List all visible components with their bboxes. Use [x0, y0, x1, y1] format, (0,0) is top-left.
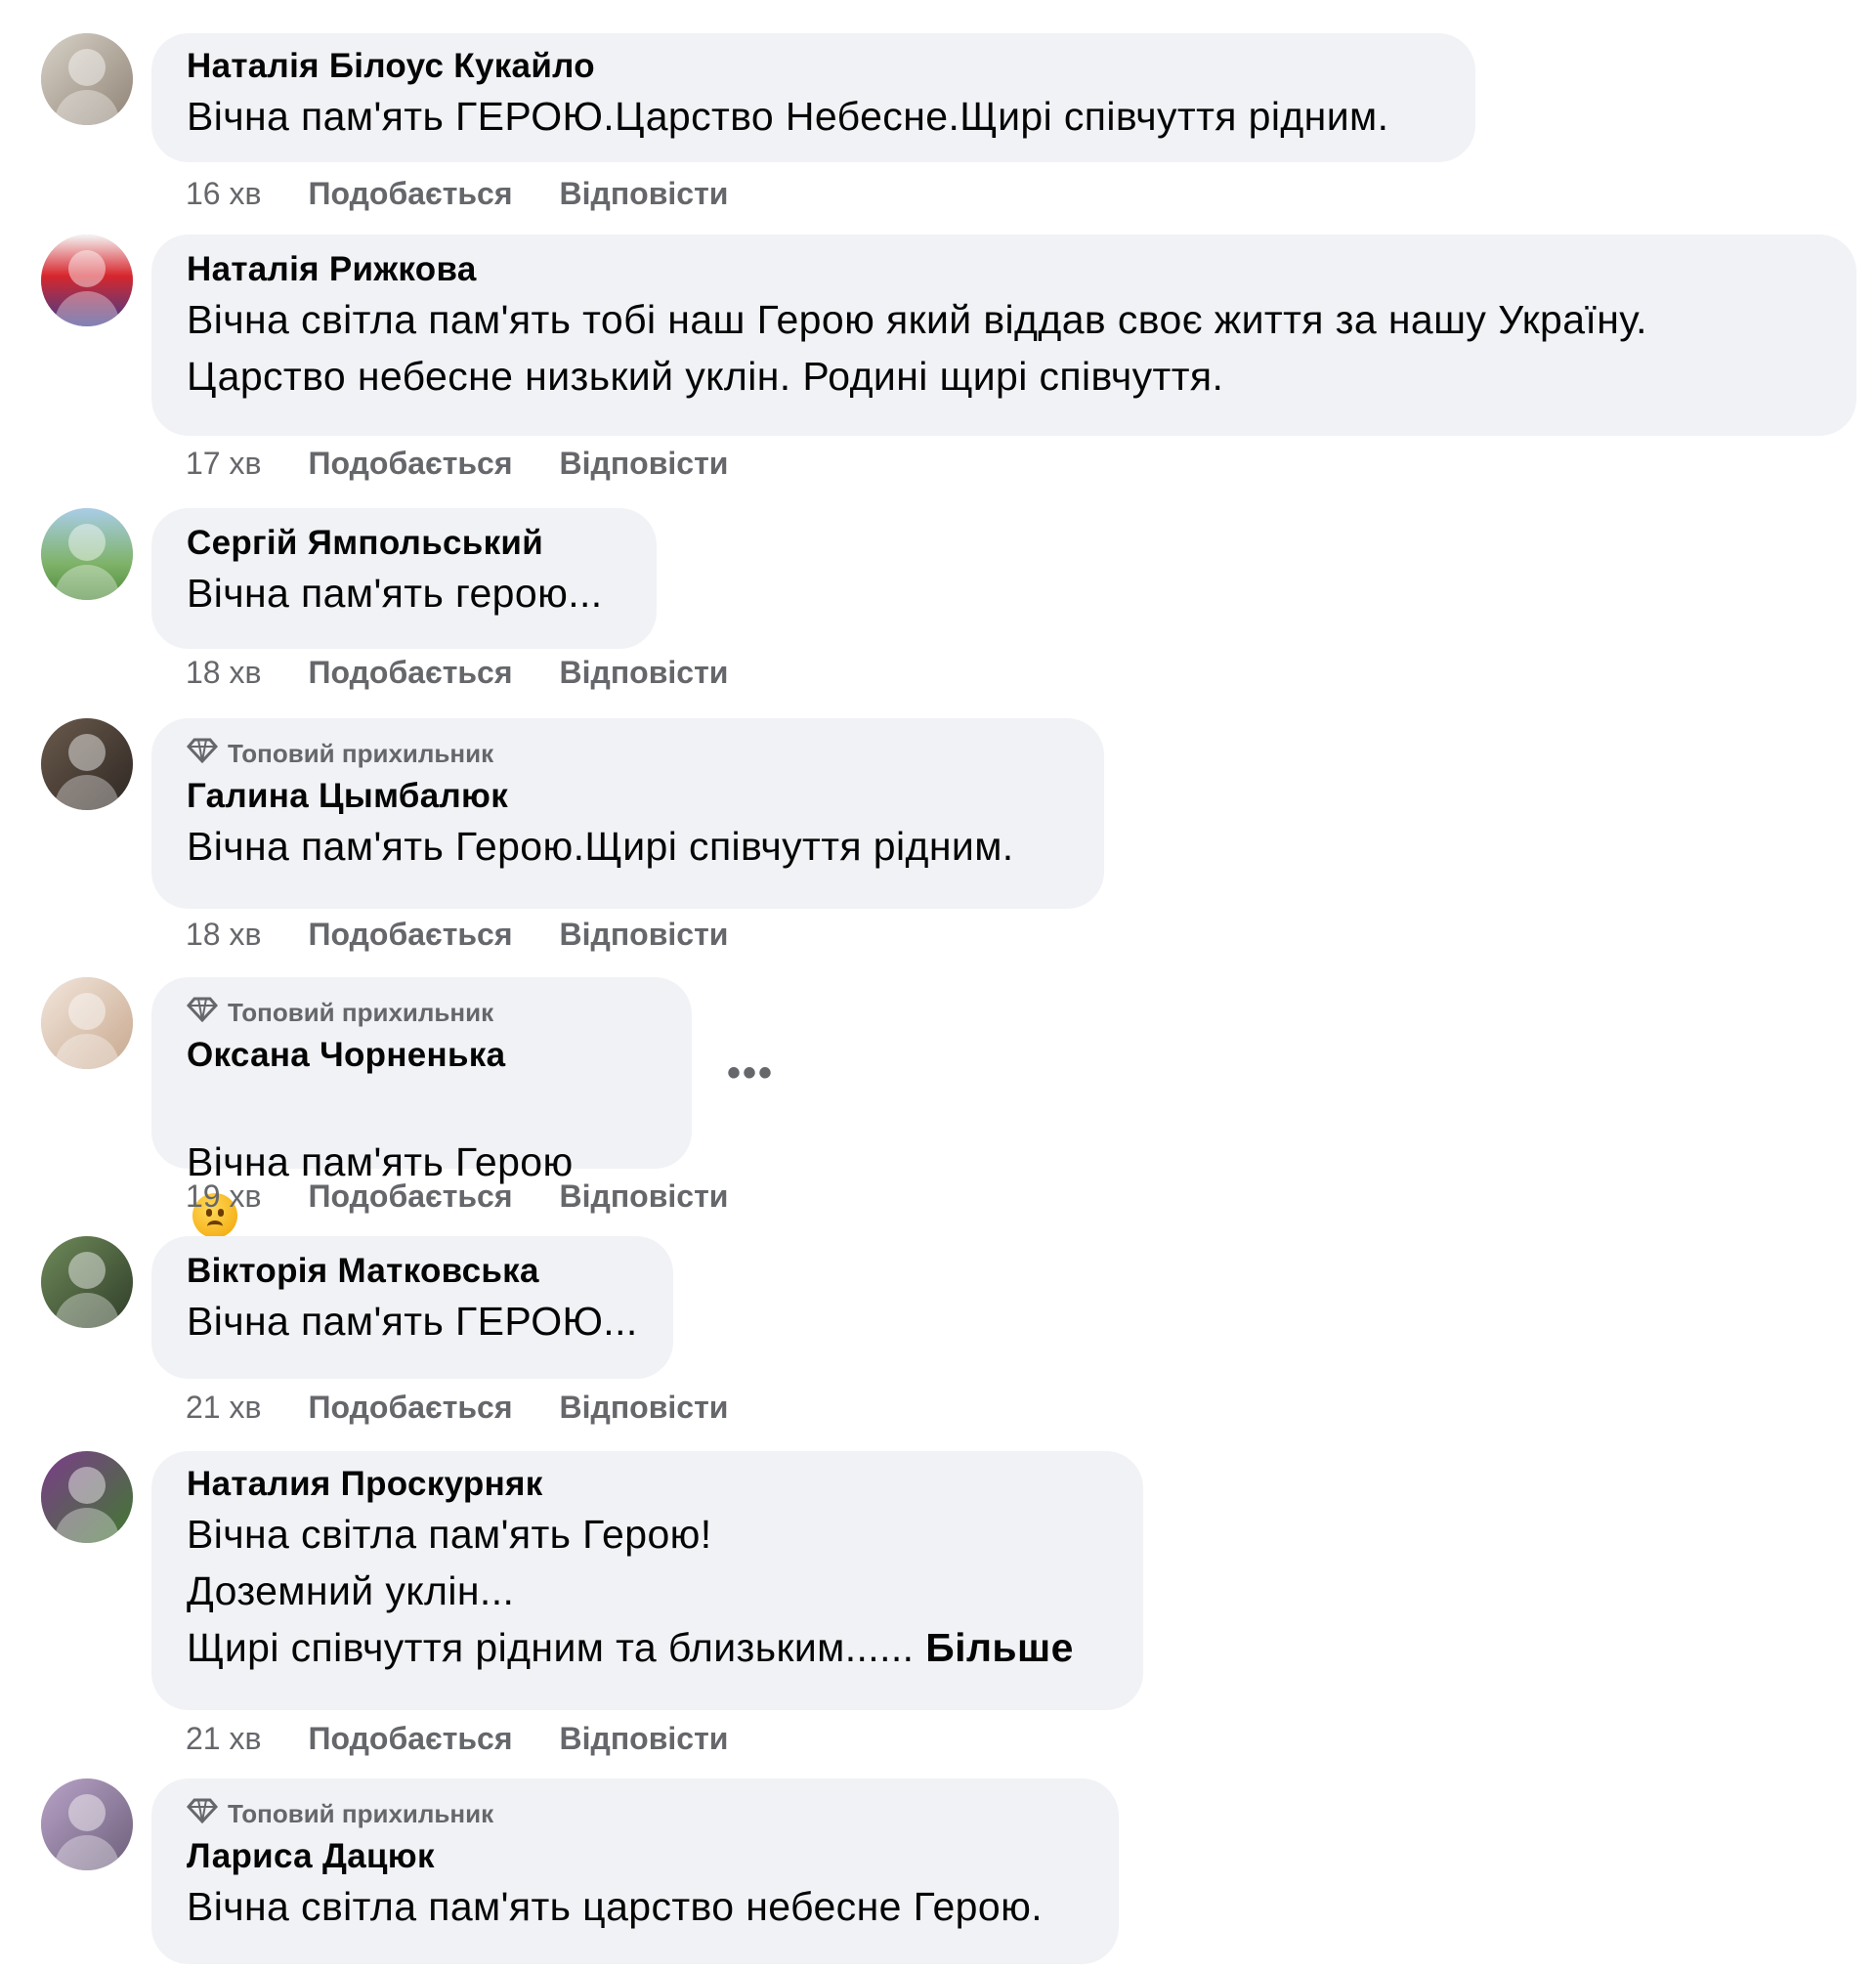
comment-bubble: Топовий прихильник Лариса Дацюк Вічна св…: [151, 1778, 1119, 1964]
top-fan-label: Топовий прихильник: [228, 738, 494, 768]
avatar[interactable]: [41, 718, 133, 810]
comment-actions: 21 хв Подобається Відповісти: [186, 1721, 728, 1757]
avatar[interactable]: [41, 33, 133, 125]
comment-bubble: Сергій Ямпольський Вічна пам'ять герою..…: [151, 508, 657, 649]
comment-time[interactable]: 18 хв: [186, 655, 261, 691]
comment-actions: 18 хв Подобається Відповісти: [186, 655, 728, 691]
more-options-button[interactable]: •••: [727, 1053, 774, 1093]
comment-author[interactable]: Наталія Рижкова: [187, 248, 1823, 291]
avatar[interactable]: [41, 508, 133, 600]
comment-bubble: Вікторія Матковська Вічна пам'ять ГЕРОЮ.…: [151, 1236, 673, 1379]
comment-author[interactable]: Лариса Дацюк: [187, 1835, 1086, 1878]
avatar[interactable]: [41, 1451, 133, 1543]
comment-bubble: Наталія Білоус Кукайло Вічна пам'ять ГЕР…: [151, 33, 1475, 162]
comment-actions: 17 хв Подобається Відповісти: [186, 446, 728, 482]
comment-author[interactable]: Наталія Білоус Кукайло: [187, 45, 1442, 88]
avatar[interactable]: [41, 1778, 133, 1870]
comment-actions: 19 хв Подобається Відповісти: [186, 1178, 728, 1215]
comment-text: Вічна пам'ять герою...: [187, 571, 603, 616]
comment-text: Вічна світла пам'ять Герою! Доземний укл…: [187, 1512, 915, 1670]
reply-button[interactable]: Відповісти: [560, 1178, 729, 1215]
top-fan-label: Топовий прихильник: [228, 997, 494, 1027]
comment-time[interactable]: 16 хв: [186, 176, 261, 212]
comment-text-row: Вічна пам'ять Герою: [187, 1077, 659, 1247]
comment-time[interactable]: 21 хв: [186, 1721, 261, 1757]
reply-button[interactable]: Відповісти: [560, 917, 729, 953]
top-fan-badge: Топовий прихильник: [186, 997, 659, 1029]
reply-button[interactable]: Відповісти: [560, 655, 729, 691]
like-button[interactable]: Подобається: [308, 446, 512, 482]
comment-bubble: Топовий прихильник Галина Цымбалюк Вічна…: [151, 718, 1104, 909]
comment-text: Вічна світла пам'ять тобі наш Герою який…: [187, 297, 1647, 399]
comment-text: Вічна пам'ять ГЕРОЮ.Царство Небесне.Щирі…: [187, 94, 1389, 139]
comment-author[interactable]: Галина Цымбалюк: [187, 775, 1071, 818]
avatar[interactable]: [41, 235, 133, 326]
diamond-icon: [186, 1798, 219, 1830]
comment-text-row: Вічна світла пам'ять Герою! Доземний укл…: [187, 1506, 1110, 1676]
comment-actions: 21 хв Подобається Відповісти: [186, 1390, 728, 1426]
comment-author[interactable]: Наталия Проскурняк: [187, 1463, 1110, 1506]
comment-bubble: Топовий прихильник Оксана Чорненька Вічн…: [151, 977, 692, 1238]
see-more-link[interactable]: Більше: [925, 1625, 1074, 1670]
like-button[interactable]: Подобається: [308, 176, 512, 212]
reply-button[interactable]: Відповісти: [560, 176, 729, 212]
like-button[interactable]: Подобається: [308, 1390, 512, 1426]
top-fan-badge: Топовий прихильник: [186, 1798, 1086, 1830]
top-fan-badge: Топовий прихильник: [186, 738, 1071, 770]
like-button[interactable]: Подобається: [308, 1178, 512, 1215]
comment-actions: 16 хв Подобається Відповісти: [186, 176, 728, 212]
reply-button[interactable]: Відповісти: [560, 446, 729, 482]
comment-time[interactable]: 18 хв: [186, 917, 261, 953]
comment-text: Вічна пам'ять Герою.Щирі співчуття рідни…: [187, 824, 1014, 869]
comment-time[interactable]: 17 хв: [186, 446, 261, 482]
comment-bubble: Наталия Проскурняк Вічна світла пам'ять …: [151, 1451, 1143, 1710]
avatar[interactable]: [41, 1236, 133, 1328]
like-button[interactable]: Подобається: [308, 655, 512, 691]
comment-author[interactable]: Сергій Ямпольський: [187, 522, 623, 565]
comment-actions: 18 хв Подобається Відповісти: [186, 917, 728, 953]
comment-time[interactable]: 21 хв: [186, 1390, 261, 1426]
comment-author[interactable]: Вікторія Матковська: [187, 1250, 640, 1293]
comment-time[interactable]: 19 хв: [186, 1178, 261, 1215]
reply-button[interactable]: Відповісти: [560, 1721, 729, 1757]
top-fan-label: Топовий прихильник: [228, 1798, 494, 1828]
avatar[interactable]: [41, 977, 133, 1069]
diamond-icon: [186, 997, 219, 1029]
comment-author[interactable]: Оксана Чорненька: [187, 1034, 659, 1077]
comment-text: Вічна світла пам'ять царство небесне Гер…: [187, 1884, 1044, 1929]
like-button[interactable]: Подобається: [308, 1721, 512, 1757]
like-button[interactable]: Подобається: [308, 917, 512, 953]
comment-bubble: Наталія Рижкова Вічна світла пам'ять тоб…: [151, 235, 1856, 436]
diamond-icon: [186, 738, 219, 770]
comments-feed: Наталія Білоус Кукайло Вічна пам'ять ГЕР…: [0, 0, 1876, 1971]
comment-text: Вічна пам'ять ГЕРОЮ...: [187, 1299, 638, 1344]
reply-button[interactable]: Відповісти: [560, 1390, 729, 1426]
